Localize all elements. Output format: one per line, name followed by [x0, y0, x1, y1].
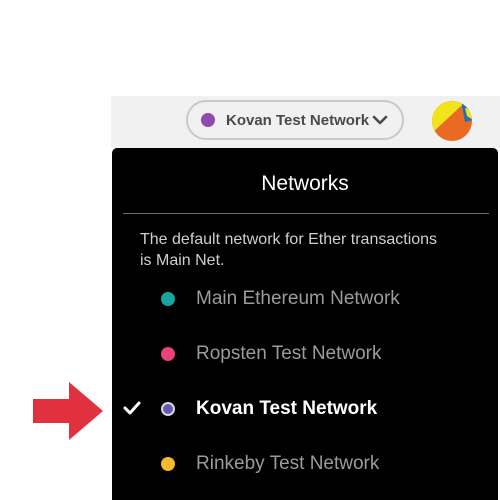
network-dot-icon — [161, 457, 175, 471]
checkmark-icon — [123, 401, 141, 415]
network-dot-icon — [161, 402, 175, 416]
network-selector-label: Kovan Test Network — [226, 111, 370, 129]
account-avatar-icon[interactable] — [431, 100, 473, 142]
network-item-ropsten[interactable]: Ropsten Test Network — [112, 335, 498, 375]
divider — [123, 213, 489, 214]
network-dot-icon — [161, 347, 175, 361]
network-selector-button[interactable]: Kovan Test Network — [186, 100, 404, 140]
dropdown-title: Networks — [261, 172, 349, 195]
network-item-rinkeby[interactable]: Rinkeby Test Network — [112, 445, 498, 485]
dropdown-description: The default network for Ether transactio… — [140, 231, 438, 269]
network-item-label: Ropsten Test Network — [196, 343, 382, 364]
network-item-kovan[interactable]: Kovan Test Network — [112, 390, 498, 430]
network-status-dot — [201, 113, 215, 127]
network-item-main[interactable]: Main Ethereum Network — [112, 280, 498, 320]
network-dot-icon — [161, 292, 175, 306]
red-arrow-icon — [33, 382, 103, 440]
network-item-label: Kovan Test Network — [196, 398, 378, 419]
chevron-down-icon — [372, 115, 388, 125]
network-item-label: Rinkeby Test Network — [196, 453, 380, 474]
network-item-label: Main Ethereum Network — [196, 288, 400, 309]
